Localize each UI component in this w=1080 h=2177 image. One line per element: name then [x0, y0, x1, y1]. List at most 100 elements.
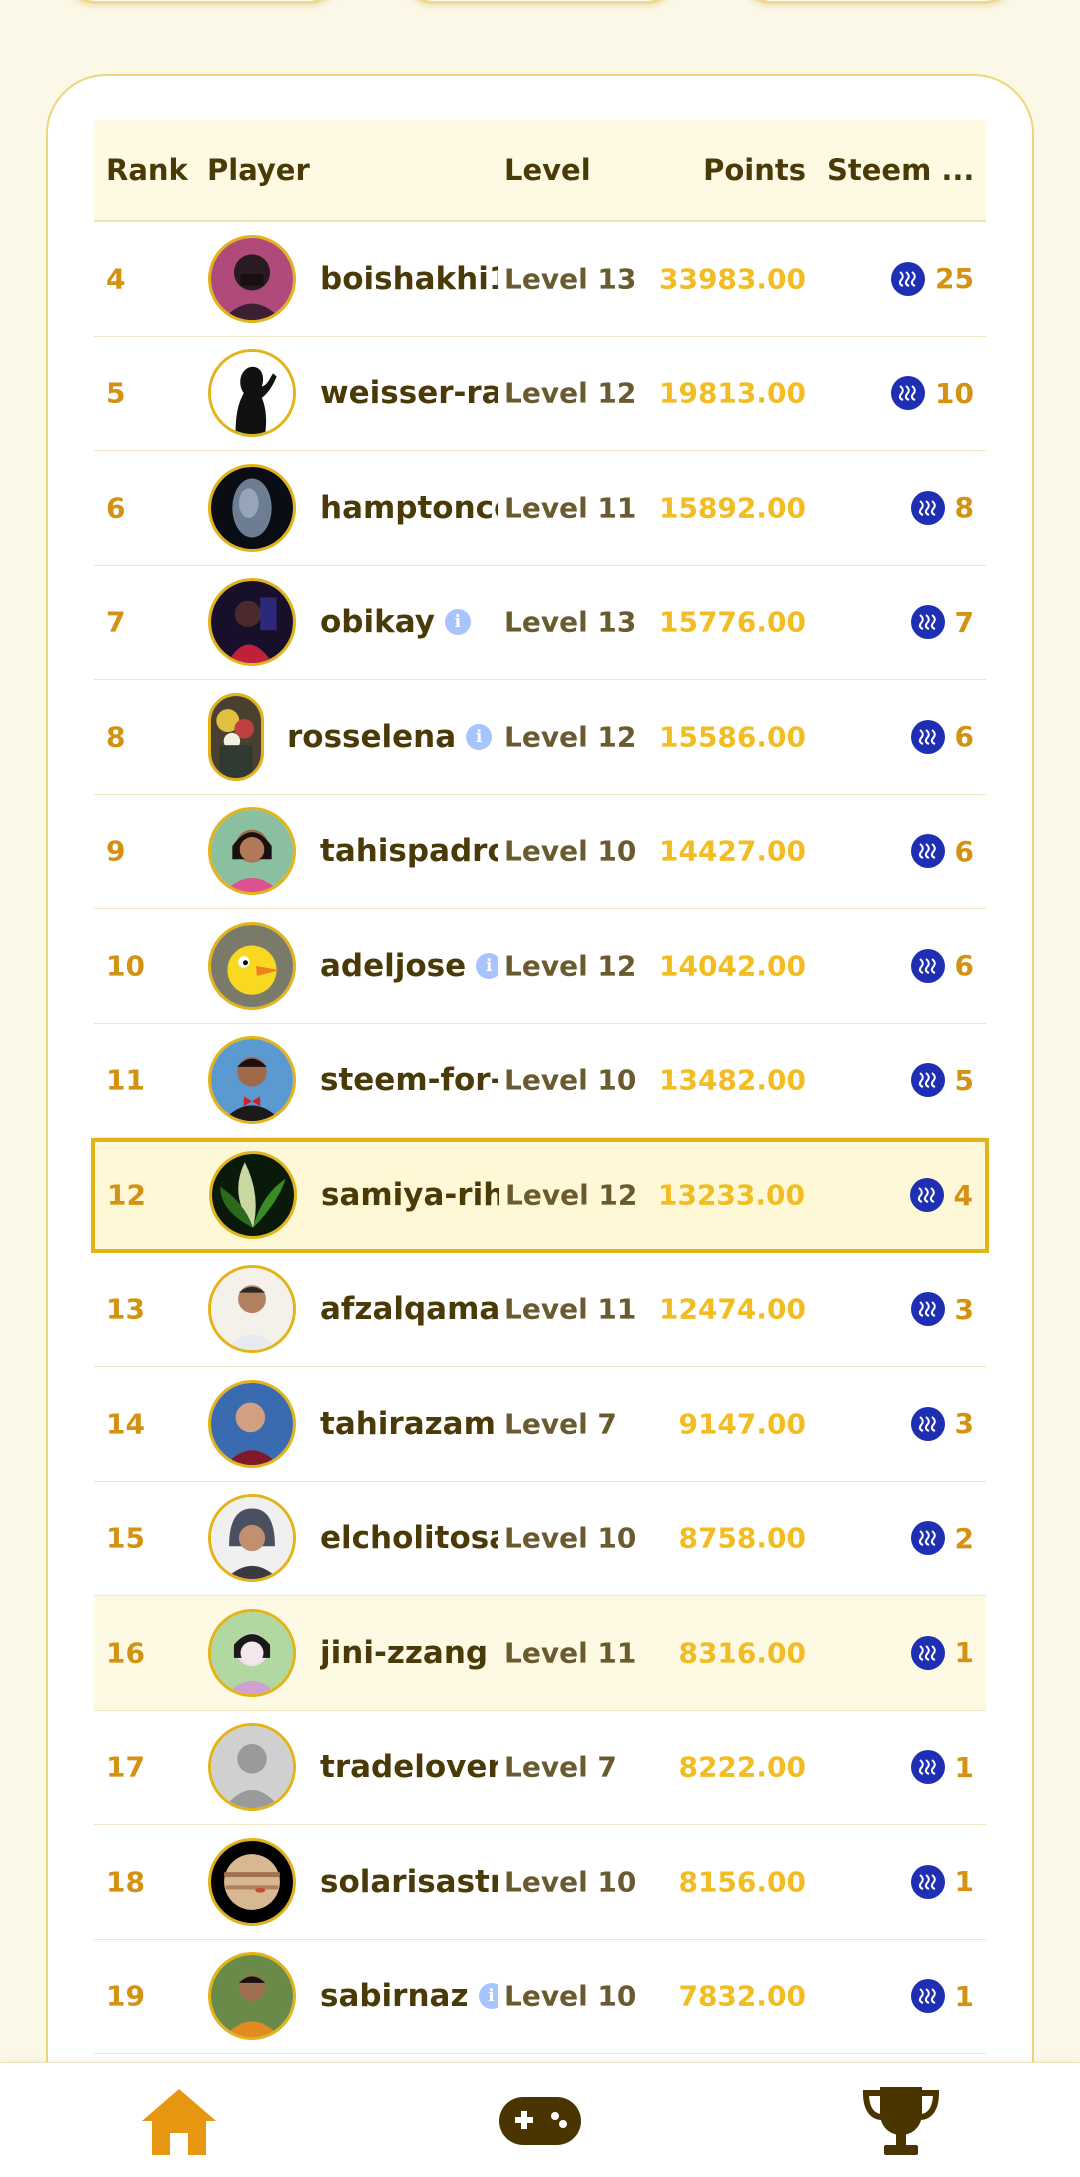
table-row[interactable]: 5 weisser-rabe Level 12 19813.00 10: [94, 336, 986, 451]
player-name[interactable]: steem-for-: [320, 1062, 498, 1098]
steem-reward: 8: [910, 490, 974, 525]
player-name-text: sabirnaz: [320, 1978, 469, 2015]
table-row[interactable]: 19 sabirnaz i Level 10 7832.00 1: [94, 1939, 986, 2054]
steem-reward: 25: [891, 261, 974, 296]
avatar[interactable]: [208, 692, 264, 781]
table-row-current-user[interactable]: 12 samiya-rih Level 12 13233.00 4: [91, 1138, 989, 1253]
points-value: 8758.00: [678, 1521, 806, 1555]
table-row[interactable]: 16 jini-zzang i Level 11 8316.00 1: [94, 1596, 986, 1711]
avatar[interactable]: [208, 349, 296, 438]
rank-value: 14: [106, 1407, 145, 1441]
info-icon[interactable]: i: [444, 609, 471, 636]
player-name[interactable]: afzalqamar: [320, 1291, 498, 1327]
table-row[interactable]: 11 steem-for- Level 10 13482.00 5: [94, 1023, 986, 1138]
level-value: Level 12: [505, 1178, 638, 1212]
header-steem[interactable]: Steem ...: [827, 153, 974, 187]
table-row[interactable]: 13 afzalqamar Level 11 12474.00 3: [94, 1252, 986, 1367]
header-points[interactable]: Points: [703, 153, 806, 187]
avatar[interactable]: [208, 1494, 296, 1583]
avatar[interactable]: [208, 1265, 296, 1354]
table-row[interactable]: 9 tahispadron Level 10 14427.00 6: [94, 794, 986, 909]
player-name[interactable]: tahispadron: [320, 833, 498, 869]
player-name[interactable]: tradelover: [320, 1749, 498, 1785]
rank-value: 6: [106, 491, 126, 525]
avatar[interactable]: [208, 807, 296, 896]
player-name[interactable]: boishakhi12: [320, 261, 498, 297]
rank-value: 7: [106, 605, 126, 639]
steem-icon: [910, 1292, 945, 1327]
table-row[interactable]: 6 hamptoncole Level 11 15892.00 8: [94, 451, 986, 566]
player-name[interactable]: elcholitosanto: [320, 1520, 498, 1556]
avatar[interactable]: [208, 1837, 296, 1926]
steem-icon: [910, 605, 945, 640]
rank-value: 8: [106, 720, 126, 754]
level-value: Level 10: [504, 1521, 637, 1555]
table-row[interactable]: 7 obikay i Level 13 15776.00 7: [94, 565, 986, 680]
info-icon[interactable]: i: [466, 723, 493, 750]
table-row[interactable]: 14 tahirazam Level 7 9147.00 3: [94, 1367, 986, 1482]
steem-reward: 3: [910, 1406, 974, 1441]
top-card-center[interactable]: [400, 0, 680, 4]
steem-value: 6: [954, 834, 974, 868]
table-row[interactable]: 18 solarisastra Level 10 8156.00 1: [94, 1825, 986, 1940]
nav-games[interactable]: [497, 2083, 583, 2159]
rank-value: 10: [106, 949, 145, 983]
table-row[interactable]: 8 rosselena i Level 12 15586.00 6: [94, 680, 986, 795]
rank-value: 18: [106, 1865, 145, 1899]
steem-icon: [910, 1864, 945, 1899]
player-name-text: tradelover: [320, 1749, 498, 1786]
top-card-right[interactable]: [738, 0, 1018, 4]
level-value: Level 11: [504, 491, 637, 525]
avatar[interactable]: [208, 1036, 296, 1125]
rank-value: 19: [106, 1979, 145, 2013]
avatar[interactable]: [208, 1379, 296, 1468]
avatar[interactable]: [209, 1151, 297, 1240]
level-value: Level 11: [504, 1636, 637, 1670]
avatar[interactable]: [208, 1608, 296, 1697]
steem-icon: [910, 1979, 945, 2014]
table-row[interactable]: 15 elcholitosanto Level 10 8758.00 2: [94, 1481, 986, 1596]
player-name[interactable]: tahirazam: [320, 1406, 496, 1442]
steem-icon: [910, 834, 945, 869]
player-name[interactable]: sabirnaz i: [320, 1978, 498, 2014]
player-name[interactable]: adeljose i: [320, 948, 498, 984]
avatar[interactable]: [208, 578, 296, 667]
nav-home[interactable]: [138, 2083, 220, 2159]
steem-value: 7: [954, 605, 974, 639]
steem-value: 2: [954, 1521, 974, 1555]
table-row[interactable]: 4 boishakhi12 Level 13 33983.00 25: [94, 222, 986, 337]
player-name-text: obikay: [320, 604, 435, 641]
player-name[interactable]: samiya-rih: [321, 1177, 499, 1213]
steem-value: 1: [954, 1750, 974, 1784]
avatar[interactable]: [208, 1952, 296, 2041]
avatar[interactable]: [208, 234, 296, 323]
avatar[interactable]: [208, 463, 296, 552]
player-name[interactable]: rosselena i: [287, 719, 493, 755]
player-name[interactable]: jini-zzang i: [320, 1635, 498, 1671]
steem-value: 1: [954, 1865, 974, 1899]
table-row[interactable]: 10 adeljose i Level 12 14042.00 6: [94, 909, 986, 1024]
player-name[interactable]: obikay i: [320, 604, 471, 640]
header-level[interactable]: Level: [504, 153, 591, 187]
steem-value: 10: [935, 376, 974, 410]
steem-reward: 6: [910, 834, 974, 869]
avatar[interactable]: [208, 1723, 296, 1812]
nav-trophy[interactable]: [860, 2083, 942, 2159]
avatar[interactable]: [208, 921, 296, 1010]
level-value: Level 10: [504, 1865, 637, 1899]
level-value: Level 12: [504, 376, 637, 410]
player-name[interactable]: solarisastra: [320, 1864, 498, 1900]
steem-value: 3: [954, 1292, 974, 1326]
steem-reward: 3: [910, 1292, 974, 1327]
steem-icon: [910, 948, 945, 983]
points-value: 12474.00: [658, 1292, 806, 1326]
header-rank[interactable]: Rank: [106, 153, 188, 187]
level-value: Level 12: [504, 720, 637, 754]
player-name[interactable]: weisser-rabe: [320, 375, 498, 411]
table-row[interactable]: 17 tradelover Level 7 8222.00 1: [94, 1710, 986, 1825]
info-icon[interactable]: i: [476, 952, 498, 979]
top-card-left[interactable]: [62, 0, 342, 4]
info-icon[interactable]: i: [478, 1983, 498, 2010]
player-name[interactable]: hamptoncole: [320, 490, 498, 526]
header-player[interactable]: Player: [207, 153, 310, 187]
